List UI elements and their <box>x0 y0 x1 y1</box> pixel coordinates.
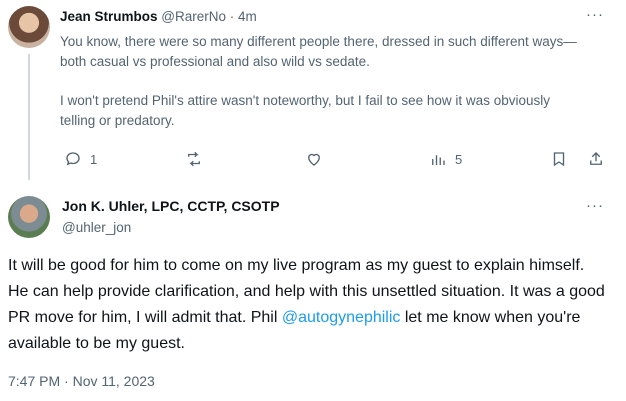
comment-icon <box>66 152 80 166</box>
reply-paragraph-1: You know, there were so many different p… <box>60 34 577 69</box>
more-options-icon[interactable]: ··· <box>586 6 604 23</box>
author-handle[interactable]: @RarerNo <box>161 9 226 24</box>
retweet-icon <box>188 151 200 167</box>
share-icon <box>590 152 602 165</box>
reply-button[interactable]: 1 <box>64 150 97 168</box>
author-name[interactable]: Jean Strumbos <box>60 9 158 24</box>
more-options-icon[interactable]: ··· <box>586 197 604 214</box>
views-bar-chart-icon <box>432 155 445 165</box>
reply-count: 1 <box>90 151 98 167</box>
reply-header: Jean Strumbos @RarerNo · 4m <box>60 9 257 24</box>
thread-connector-line <box>28 54 30 180</box>
tweet-timestamp[interactable]: 7:47 PM · Nov 11, 2023 <box>8 373 155 389</box>
bookmark-button[interactable] <box>550 150 568 168</box>
views-button[interactable]: 5 <box>429 150 462 168</box>
mention-link[interactable]: @autogynephilic <box>282 309 401 326</box>
reply-paragraph-2: I won't pretend Phil's attire wasn't not… <box>60 93 550 128</box>
views-count: 5 <box>455 151 463 167</box>
main-tweet-text: It will be good for him to come on my li… <box>8 253 608 357</box>
heart-icon <box>308 153 320 166</box>
avatar[interactable] <box>8 6 50 48</box>
like-button[interactable] <box>305 150 323 168</box>
separator: · <box>229 9 235 24</box>
avatar[interactable] <box>8 196 50 238</box>
share-button[interactable] <box>587 150 605 168</box>
author-name[interactable]: Jon K. Uhler, LPC, CCTP, CSOTP <box>62 198 280 214</box>
retweet-button[interactable] <box>185 150 203 168</box>
author-handle[interactable]: @uhler_jon <box>62 220 131 235</box>
bookmark-icon <box>553 152 565 167</box>
main-tweet-header: Jon K. Uhler, LPC, CCTP, CSOTP <box>62 198 280 214</box>
action-bar: 1 5 <box>60 150 610 172</box>
time-ago[interactable]: 4m <box>238 9 257 24</box>
reply-tweet: Jean Strumbos @RarerNo · 4m ··· You know… <box>0 0 626 188</box>
reply-text: You know, there were so many different p… <box>60 32 580 131</box>
